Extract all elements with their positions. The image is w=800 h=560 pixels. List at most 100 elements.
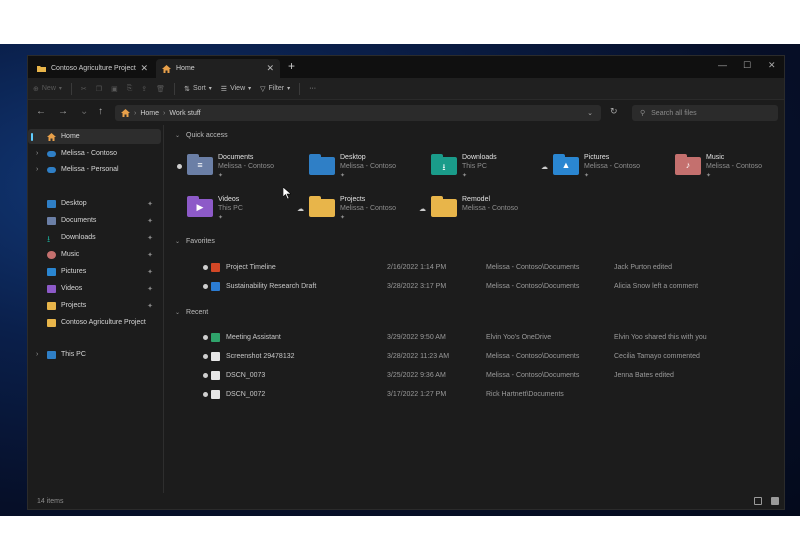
file-date: 3/29/2022 9:50 AM — [387, 334, 446, 341]
file-row[interactable]: DSCN_0073 3/25/2022 9:36 AM Melissa - Co… — [169, 369, 781, 383]
quick-access-item-documents[interactable]: ≡ Documents Melissa - Contoso ✦ — [177, 151, 295, 187]
recent-locations-chevron-icon[interactable]: ⌄ — [80, 106, 88, 117]
command-bar: ⊕ New ▾ ✂ ❐ ▣ ⎘ ⇪ 🗑 ⇅ Sort ▾ ☰ View ▾ ▽ … — [28, 78, 784, 100]
music-folder-icon: ♪ — [675, 154, 701, 175]
sync-status-icon — [203, 373, 208, 378]
close-tab-icon[interactable]: ✕ — [266, 63, 274, 74]
new-tab-button[interactable]: + — [288, 59, 295, 73]
divider — [70, 82, 72, 95]
breadcrumb-home[interactable]: Home — [140, 110, 159, 117]
tab-contoso-agriculture-project[interactable]: Contoso Agriculture Project ✕ — [31, 59, 154, 78]
quick-access-item-videos[interactable]: ▶ Videos This PC ✦ — [177, 193, 295, 229]
sidebar-item-contoso-agriculture-project[interactable]: Contoso Agriculture Project — [28, 315, 161, 330]
file-row[interactable]: DSCN_0072 3/17/2022 1:27 PM Rick Hartnet… — [169, 388, 781, 402]
image-file-icon — [211, 352, 220, 361]
search-input[interactable]: ⚲ Search all files — [632, 105, 778, 121]
file-row[interactable]: Project Timeline 2/16/2022 1:14 PM Melis… — [169, 261, 781, 275]
status-bar: 14 items — [28, 493, 784, 509]
sidebar-item-music[interactable]: Music ✦ — [28, 247, 161, 262]
item-location: This PC — [462, 163, 487, 170]
file-name: Screenshot 29478132 — [226, 353, 295, 360]
filter-button[interactable]: ▽ Filter ▾ — [260, 85, 290, 93]
sync-status-icon — [203, 265, 208, 270]
quick-access-item-pictures[interactable]: ☁ ▲ Pictures Melissa - Contoso ✦ — [541, 151, 661, 187]
refresh-icon[interactable]: ↻ — [610, 106, 618, 117]
pin-icon: ✦ — [706, 173, 712, 179]
quick-access-item-remodel[interactable]: ☁ Remodel Melissa - Contoso — [419, 193, 539, 229]
chevron-right-icon[interactable]: › — [36, 150, 38, 157]
sidebar-item-projects[interactable]: Projects ✦ — [28, 298, 161, 313]
file-activity: Cecilia Tamayo commented — [614, 353, 700, 360]
delete-button[interactable]: 🗑 — [156, 85, 165, 93]
breadcrumb-separator-icon: › — [134, 109, 137, 117]
sidebar-item-videos[interactable]: Videos ✦ — [28, 281, 161, 296]
pin-icon: ✦ — [584, 173, 590, 179]
chevron-right-icon[interactable]: › — [36, 351, 38, 358]
file-row[interactable]: Screenshot 29478132 3/28/2022 11:23 AM M… — [169, 350, 781, 364]
sidebar-item-melissa-personal[interactable]: › Melissa - Personal — [28, 162, 161, 177]
address-dropdown-icon[interactable]: ⌄ — [587, 109, 593, 117]
section-header-favorites[interactable]: ⌄ Favorites — [175, 238, 215, 245]
sidebar-item-this-pc[interactable]: › This PC — [28, 347, 161, 362]
pin-icon: ✦ — [462, 173, 468, 179]
quick-access-item-music[interactable]: ♪ Music Melissa - Contoso ✦ — [665, 151, 783, 187]
address-bar[interactable]: › Home › Work stuff ⌄ — [115, 105, 601, 121]
file-row[interactable]: Meeting Assistant 3/29/2022 9:50 AM Elvi… — [169, 331, 781, 345]
section-title: Recent — [186, 309, 209, 316]
sidebar-item-downloads[interactable]: ⭳ Downloads ✦ — [28, 230, 161, 245]
share-button[interactable]: ⇪ — [141, 85, 147, 93]
cloud-icon — [47, 151, 56, 157]
chevron-right-icon[interactable]: › — [36, 166, 38, 173]
breadcrumb-work-stuff[interactable]: Work stuff — [169, 110, 200, 117]
paste-icon: ▣ — [111, 85, 118, 93]
new-button[interactable]: ⊕ New ▾ — [33, 85, 62, 93]
minimize-icon[interactable]: — — [718, 60, 727, 70]
rename-button[interactable]: ⎘ — [127, 85, 133, 93]
rename-icon: ⎘ — [126, 84, 133, 92]
tiles-view-icon[interactable] — [771, 497, 779, 505]
section-header-recent[interactable]: ⌄ Recent — [175, 309, 208, 316]
powerpoint-file-icon — [211, 263, 220, 272]
paste-button[interactable]: ▣ — [111, 85, 118, 93]
section-header-quick-access[interactable]: ⌄ Quick access — [175, 132, 228, 139]
pictures-folder-icon: ▲ — [553, 154, 579, 175]
navigation-pane: Home › Melissa - Contoso › Melissa - Per… — [28, 125, 164, 493]
forward-arrow-icon[interactable]: → — [58, 106, 68, 117]
selection-indicator — [31, 133, 33, 141]
sidebar-item-pictures[interactable]: Pictures ✦ — [28, 264, 161, 279]
maximize-icon[interactable]: ☐ — [743, 60, 751, 71]
copy-button[interactable]: ❐ — [96, 85, 102, 93]
cut-button[interactable]: ✂ — [81, 85, 87, 93]
close-tab-icon[interactable]: ✕ — [140, 63, 148, 74]
tab-label: Contoso Agriculture Project — [51, 65, 136, 72]
cloud-status-icon: ☁ — [419, 206, 426, 213]
view-button[interactable]: ☰ View ▾ — [221, 85, 251, 93]
file-row[interactable]: Sustainability Research Draft 3/28/2022 … — [169, 280, 781, 294]
main-content: ⌄ Quick access ≡ Documents Melissa - Con… — [169, 125, 781, 493]
quick-access-item-projects[interactable]: ☁ Projects Melissa - Contoso ✦ — [297, 193, 417, 229]
sidebar-item-documents[interactable]: Documents ✦ — [28, 213, 161, 228]
sort-button[interactable]: ⇅ Sort ▾ — [184, 85, 212, 93]
quick-access-item-downloads[interactable]: ⭳ Downloads This PC ✦ — [421, 151, 539, 187]
tab-home[interactable]: Home ✕ — [156, 59, 280, 78]
up-arrow-icon[interactable]: ↑ — [98, 106, 103, 117]
quick-access-item-desktop[interactable]: Desktop Melissa - Contoso ✦ — [299, 151, 417, 187]
item-name: Documents — [218, 154, 254, 161]
share-icon: ⇪ — [141, 85, 148, 93]
more-options-button[interactable]: ··· — [309, 85, 316, 92]
file-explorer-window: Contoso Agriculture Project ✕ Home ✕ + —… — [27, 55, 785, 510]
sidebar-item-desktop[interactable]: Desktop ✦ — [28, 196, 161, 211]
file-name: Project Timeline — [226, 264, 276, 271]
chevron-down-icon: ⌄ — [175, 310, 181, 316]
sync-status-icon — [203, 335, 208, 340]
sidebar-item-home[interactable]: Home — [28, 129, 161, 144]
sidebar-item-melissa-contoso[interactable]: › Melissa - Contoso — [28, 146, 161, 161]
mouse-cursor-icon — [283, 187, 291, 199]
back-arrow-icon[interactable]: ← — [36, 106, 46, 117]
view-icon: ☰ — [220, 85, 228, 93]
close-window-icon[interactable]: ✕ — [768, 60, 776, 71]
item-location: Melissa - Contoso — [218, 163, 275, 170]
pin-icon: ✦ — [147, 200, 153, 208]
details-view-icon[interactable] — [754, 497, 762, 505]
file-location: Melissa - Contoso\Documents — [486, 372, 580, 379]
